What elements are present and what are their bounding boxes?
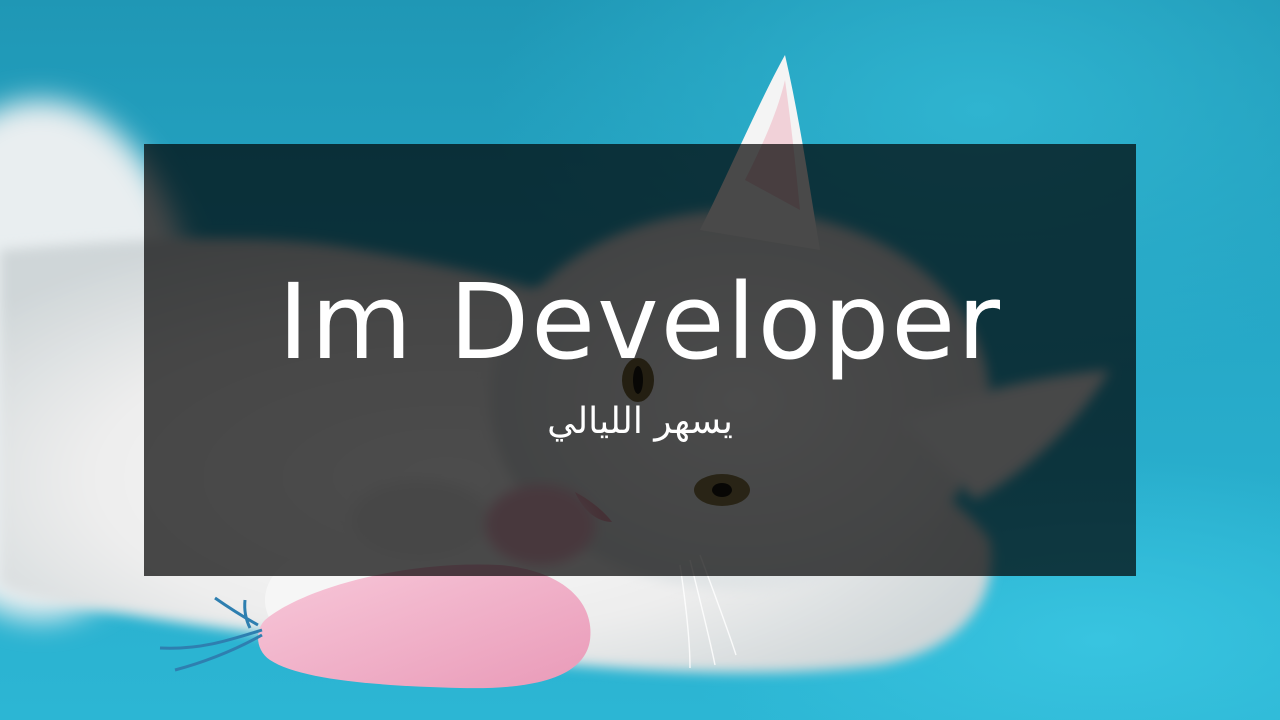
hero-section: Im Developer يسهر الليالي	[0, 0, 1280, 720]
hero-subtitle: يسهر الليالي	[547, 401, 733, 442]
hero-title: Im Developer	[278, 261, 1002, 383]
